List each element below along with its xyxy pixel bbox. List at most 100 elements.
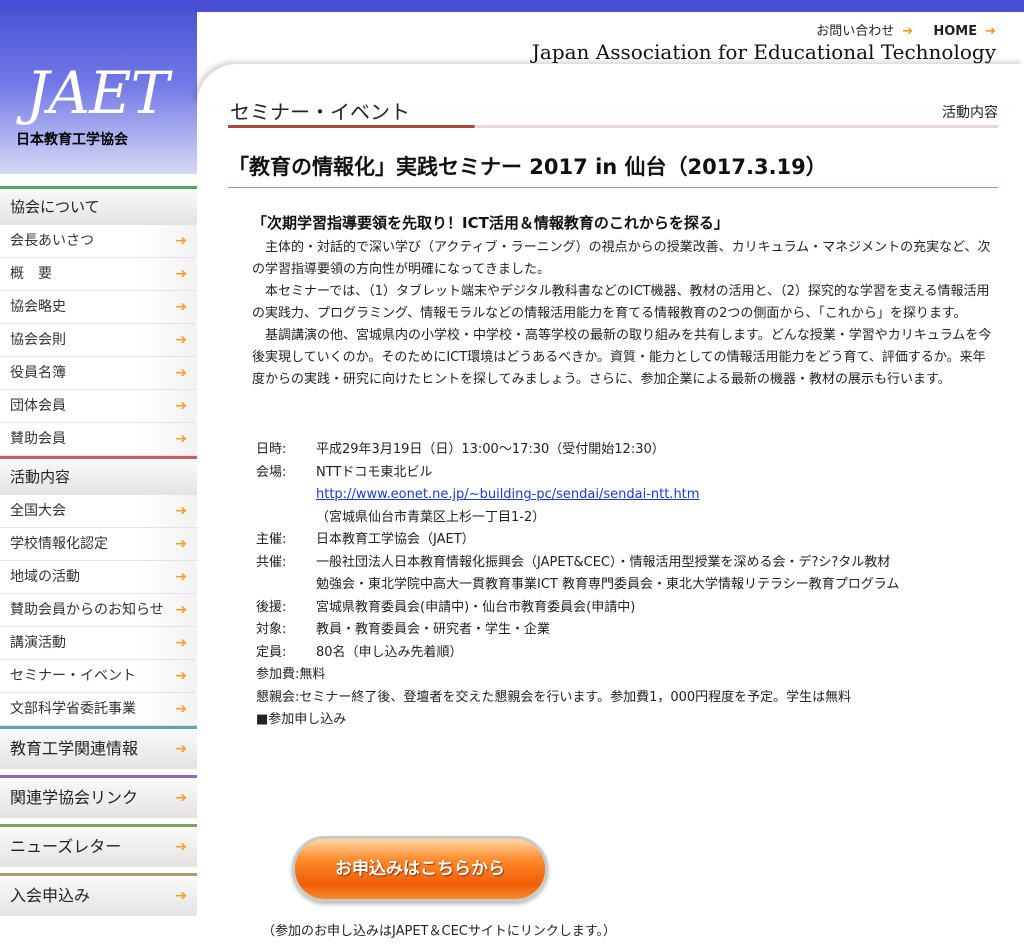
arrow-right-icon: ➔ (175, 635, 187, 651)
sidebar-item-activity-1[interactable]: 学校情報化認定 ➔ (0, 528, 197, 561)
venue-address: （宮城県仙台市青葉区上杉一丁目1-2） (316, 509, 546, 525)
sidebar-item-activity-6[interactable]: 文部科学省委託事業 ➔ (0, 693, 197, 726)
paragraph: 主体的・対話的で深い学び（アクティブ・ラーニング）の視点からの授業改善、カリキュ… (252, 240, 991, 277)
info-value: 日本教育工学協会（JAET） (316, 532, 475, 547)
sidebar-section-join[interactable]: 入会申込み ➔ (0, 873, 197, 916)
arrow-right-icon: ➔ (175, 569, 187, 585)
info-value: NTTドコモ東北ビル (316, 464, 433, 480)
sidebar-item-about-2[interactable]: 協会略史 ➔ (0, 291, 197, 324)
logo-subtitle: 日本教育工学協会 (16, 132, 128, 148)
paragraph: 基調講演の他、宮城県内の小学校・中学校・高等学校の最新の取り組みを共有します。ど… (252, 328, 992, 387)
sidebar-item-activity-5[interactable]: セミナー・イベント ➔ (0, 660, 197, 693)
header-links: お問い合わせ ➔ HOME ➔ (800, 20, 996, 39)
info-value: 教員・教育委員会・研究者・学生・企業 (316, 622, 551, 637)
info-value: 一般社団法人日本教育情報化振興会（JAPET&CEC）・情報活用型授業を深める会… (316, 554, 891, 570)
contact-link[interactable]: お問い合わせ ➔ (808, 24, 913, 39)
info-label: 参加費: (256, 667, 300, 682)
info-value: セミナー終了後、登壇者を交えた懇親会を行います。参加費1，000円程度を予定。学… (299, 689, 852, 705)
sidebar-item-label: 賛助会員からのお知らせ (10, 602, 164, 618)
arrow-right-icon: ➔ (902, 24, 914, 39)
arrow-right-icon: ➔ (175, 365, 187, 381)
arrow-right-icon: ➔ (175, 233, 187, 249)
arrow-right-icon: ➔ (175, 503, 187, 519)
sidebar-item-label: 講演活動 (10, 635, 66, 651)
english-org-name: Japan Association for Educational Techno… (531, 40, 996, 64)
arrow-right-icon: ➔ (175, 741, 187, 757)
sidebar-item-about-3[interactable]: 協会会則 ➔ (0, 324, 197, 357)
sidebar-section-links[interactable]: 関連学協会リンク ➔ (0, 775, 197, 818)
sidebar-section-activities[interactable]: 活動内容 (0, 456, 197, 495)
jaet-logo[interactable]: JAET 日本教育工学協会 (0, 12, 197, 174)
category-divider (228, 125, 998, 128)
category-title: セミナー・イベント (230, 100, 410, 124)
sidebar-item-activity-3[interactable]: 賛助会員からのお知らせ ➔ (0, 594, 197, 627)
sidebar: 協会について 会長あいさつ ➔ 概 要 ➔ 協会略史 ➔ 協会会則 ➔ 役員名簿 ➔ 団体会員 ➔ 賛助… (0, 186, 197, 916)
arrow-right-icon: ➔ (175, 299, 187, 315)
info-label: 会場: (256, 464, 287, 480)
page-title: 「教育の情報化」実践セミナー 2017 in 仙台（2017.3.19） (228, 151, 998, 188)
sidebar-item-label: 文部科学省委託事業 (10, 701, 136, 717)
sidebar-item-label: 地域の活動 (10, 569, 80, 585)
info-value: 勉強会・東北学院中高大一貫教育事業ICT 教育専門委員会・東北大学情報リテラシー… (316, 577, 900, 592)
sidebar-item-label: 協会略史 (10, 299, 66, 315)
info-label: 定員: (256, 644, 287, 660)
category-parent[interactable]: 活動内容 (942, 102, 998, 122)
info-label: 対象: (256, 622, 287, 637)
info-label: 後援: (256, 599, 287, 615)
arrow-right-icon: ➔ (175, 398, 187, 414)
arrow-right-icon: ➔ (175, 668, 187, 684)
paragraph: 本セミナーでは、（1）タブレット端末やデジタル教科書などのICT機器、教材の活用… (252, 284, 990, 321)
sidebar-item-label: 協会会則 (10, 332, 66, 348)
info-label: 日時: (256, 442, 287, 457)
sidebar-item-label: 学校情報化認定 (10, 536, 108, 552)
home-link[interactable]: HOME ➔ (925, 24, 996, 39)
sidebar-section-info[interactable]: 教育工学関連情報 ➔ (0, 726, 197, 769)
info-label: 主催: (256, 532, 287, 547)
info-value: 平成29年3月19日（日）13:00〜17:30（受付開始12:30） (316, 442, 665, 457)
arrow-right-icon: ➔ (175, 266, 187, 282)
sidebar-item-about-1[interactable]: 概 要 ➔ (0, 258, 197, 291)
sidebar-item-activity-2[interactable]: 地域の活動 ➔ (0, 561, 197, 594)
sidebar-section-about[interactable]: 協会について (0, 186, 197, 225)
sidebar-item-about-5[interactable]: 団体会員 ➔ (0, 390, 197, 423)
arrow-right-icon: ➔ (175, 431, 187, 447)
top-bar (0, 0, 1024, 12)
arrow-right-icon: ➔ (985, 24, 996, 39)
arrow-right-icon: ➔ (175, 790, 187, 806)
sidebar-item-label: 役員名簿 (10, 365, 66, 381)
sidebar-item-label: 団体会員 (10, 398, 66, 414)
apply-button[interactable]: お申込みはこちらから (292, 836, 548, 902)
sidebar-section-news[interactable]: ニューズレター ➔ (0, 824, 197, 867)
sidebar-item-label: 賛助会員 (10, 431, 66, 447)
lead-heading: 「次期学習指導要領を先取り！ICT活用＆情報教育のこれからを探る」 (252, 214, 729, 232)
sidebar-item-label: 概 要 (10, 266, 52, 282)
info-value: 80名（申し込み先着順） (316, 644, 463, 660)
venue-link[interactable]: http://www.eonet.ne.jp/~building-pc/send… (316, 484, 998, 507)
logo-text: JAET (26, 59, 169, 127)
apply-note: （参加のお申し込みはJAPET＆CECサイトにリンクします。） (262, 924, 617, 939)
arrow-right-icon: ➔ (175, 536, 187, 552)
sidebar-item-activity-0[interactable]: 全国大会 ➔ (0, 495, 197, 528)
info-value: 宮城県教育委員会(申請中)・仙台市教育委員会(申請中) (316, 599, 636, 615)
info-value: 無料 (299, 667, 326, 682)
sidebar-item-about-0[interactable]: 会長あいさつ ➔ (0, 225, 197, 258)
arrow-right-icon: ➔ (175, 332, 187, 348)
sidebar-item-activity-4[interactable]: 講演活動 ➔ (0, 627, 197, 660)
arrow-right-icon: ➔ (175, 701, 187, 717)
apply-heading: ■参加申し込み (256, 712, 347, 727)
sidebar-item-label: 全国大会 (10, 503, 66, 519)
info-label: 共催: (256, 554, 287, 570)
arrow-right-icon: ➔ (175, 888, 187, 904)
apply-button-wrap: お申込みはこちらから (292, 836, 552, 922)
main-content: セミナー・イベント 活動内容 「教育の情報化」実践セミナー 2017 in 仙台… (228, 92, 998, 732)
arrow-right-icon: ➔ (175, 602, 187, 618)
arrow-right-icon: ➔ (175, 839, 187, 855)
sidebar-item-label: 会長あいさつ (10, 233, 94, 249)
sidebar-item-about-6[interactable]: 賛助会員 ➔ (0, 423, 197, 456)
description: 主体的・対話的で深い学び（アクティブ・ラーニング）の視点からの授業改善、カリキュ… (228, 237, 992, 391)
info-label: 懇親会: (256, 689, 300, 705)
category-header: セミナー・イベント 活動内容 (228, 92, 998, 129)
event-info: 日時: 平成29年3月19日（日）13:00〜17:30（受付開始12:30） 会… (228, 439, 998, 732)
sidebar-item-label: セミナー・イベント (10, 668, 136, 684)
sidebar-item-about-4[interactable]: 役員名簿 ➔ (0, 357, 197, 390)
